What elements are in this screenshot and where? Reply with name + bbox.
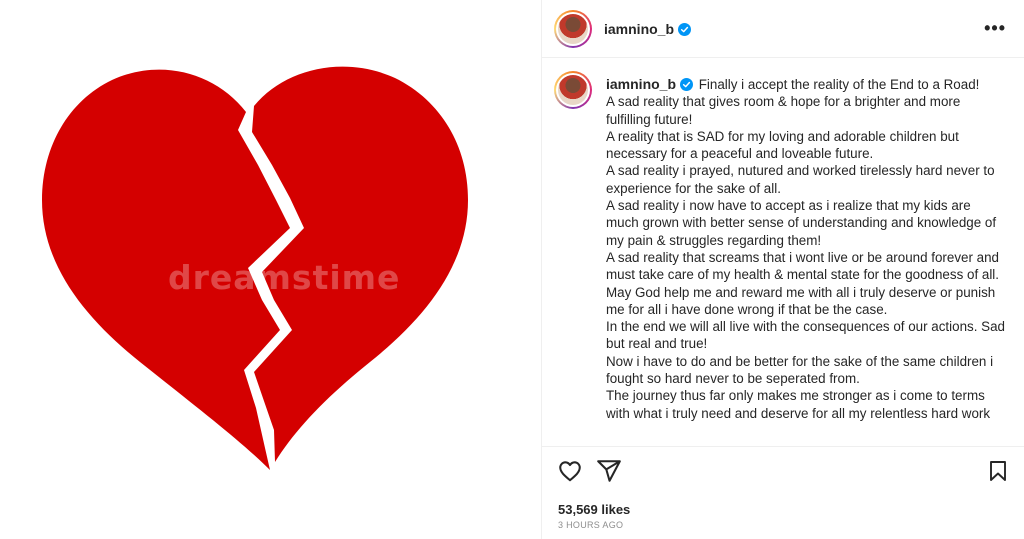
more-options-icon[interactable]: •••	[984, 18, 1006, 39]
verified-badge-icon	[680, 78, 694, 91]
caption-body: Finally i accept the reality of the End …	[606, 77, 1005, 421]
post-header: iamnino_b •••	[542, 0, 1024, 58]
caption-text: iamnino_b Finally i accept the reality o…	[606, 76, 1006, 422]
avatar[interactable]	[554, 10, 592, 48]
likes-count[interactable]: 53,569 likes	[558, 502, 630, 517]
verified-badge-icon	[678, 23, 692, 36]
caption-avatar[interactable]	[554, 71, 592, 109]
actions-divider	[542, 446, 1024, 447]
post-panel: iamnino_b ••• iamnino_b Finally i accept…	[542, 0, 1024, 539]
caption-username[interactable]: iamnino_b	[606, 76, 694, 92]
paper-plane-icon[interactable]	[596, 458, 622, 484]
action-bar	[542, 458, 1024, 488]
watermark-text: dreamstime	[168, 258, 401, 297]
bookmark-icon[interactable]	[986, 458, 1010, 484]
post-image: dreamstime	[0, 0, 541, 539]
header-username[interactable]: iamnino_b	[604, 21, 692, 37]
caption-section: iamnino_b Finally i accept the reality o…	[542, 59, 1024, 446]
heart-outline-icon[interactable]	[557, 458, 583, 484]
post-timestamp[interactable]: 3 HOURS AGO	[558, 520, 623, 530]
